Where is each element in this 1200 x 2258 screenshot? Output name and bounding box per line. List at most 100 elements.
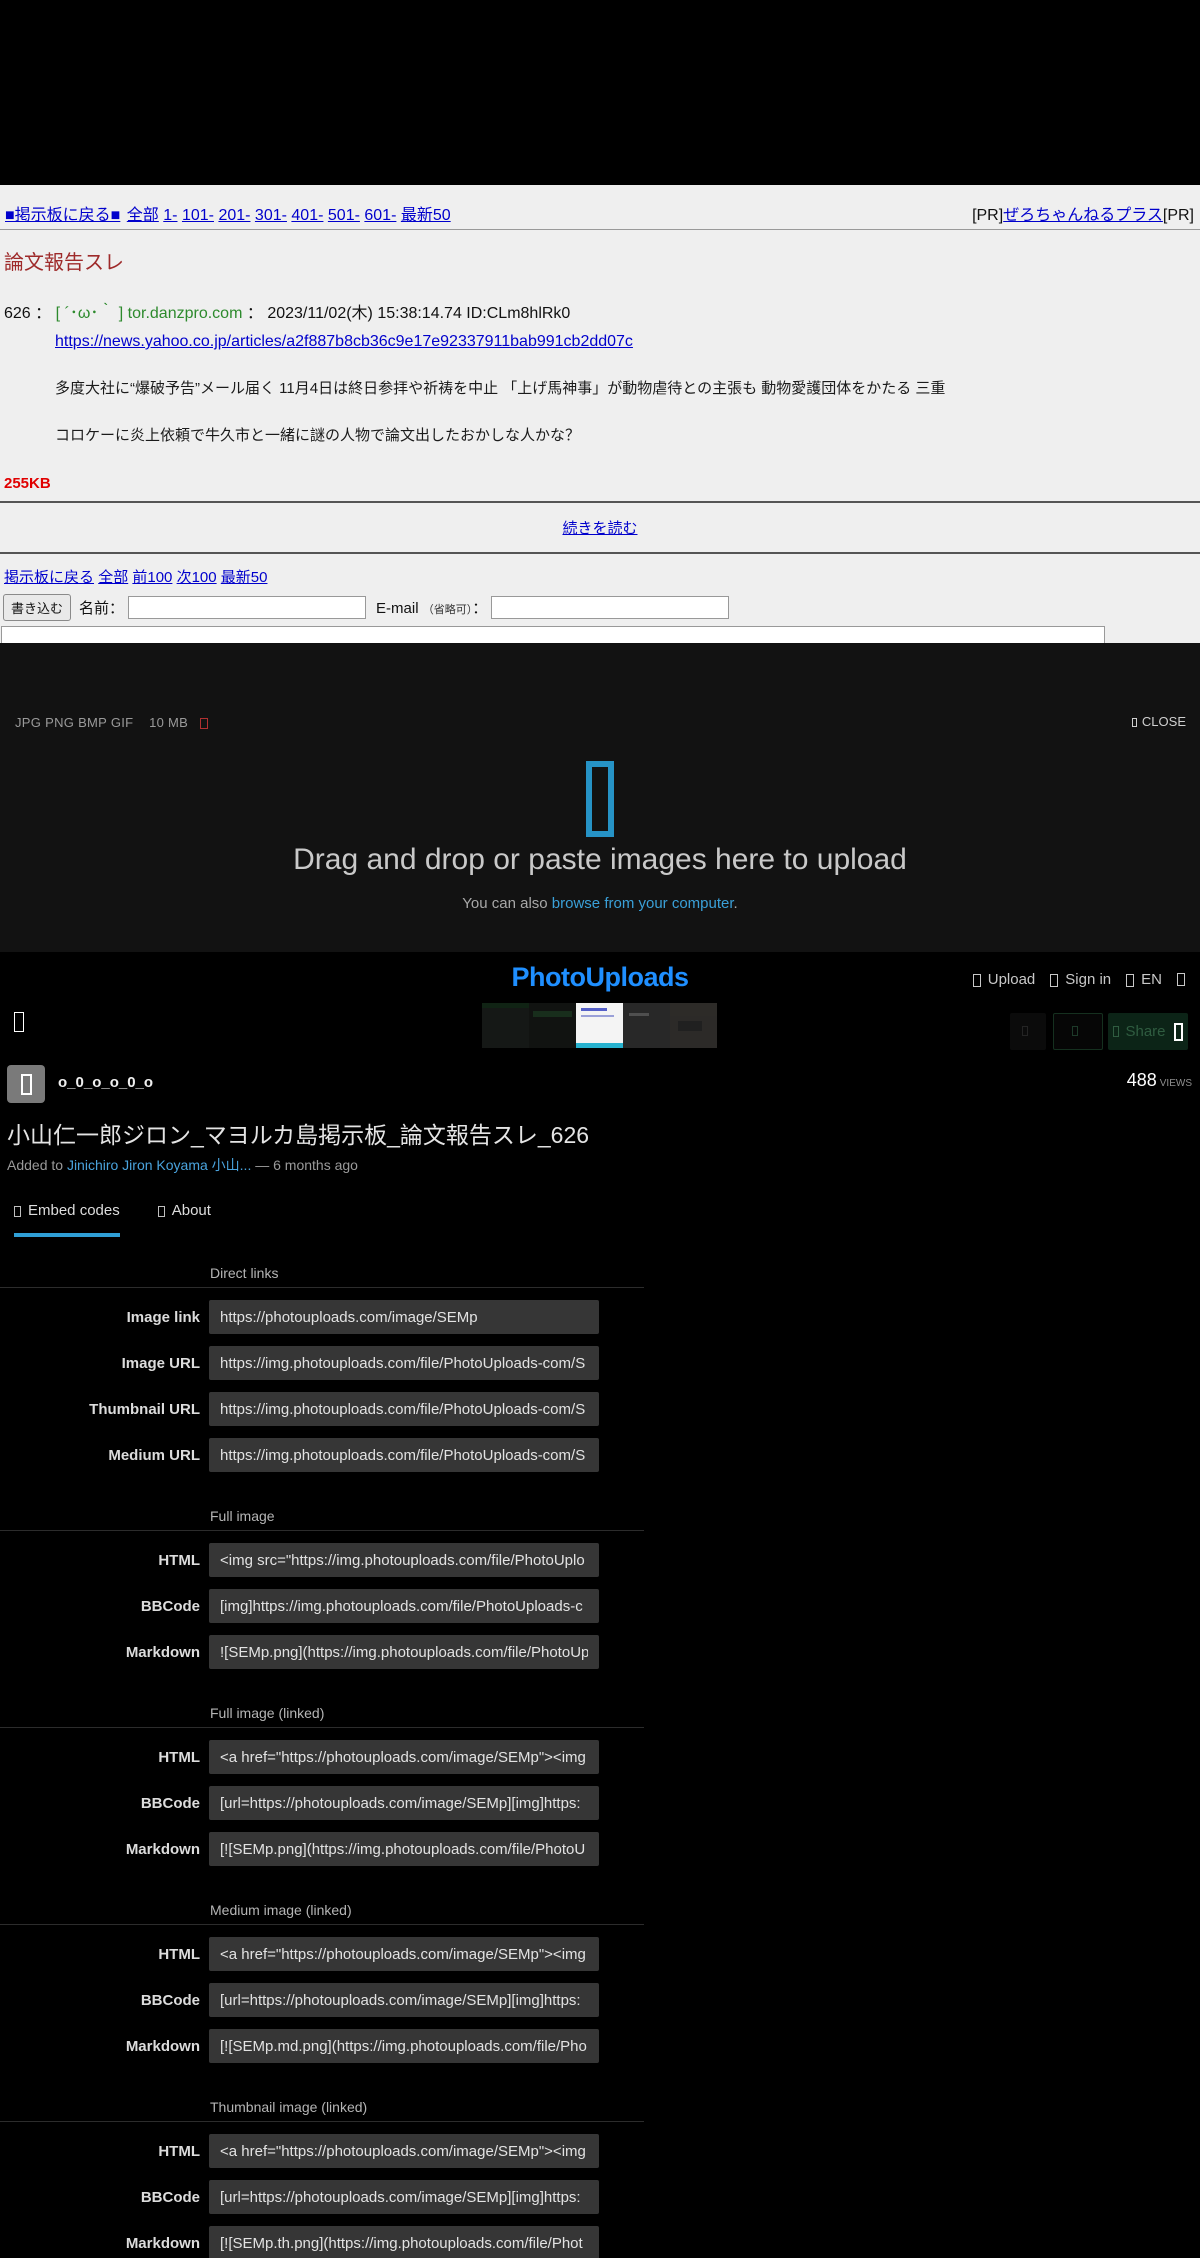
divider <box>0 1287 644 1288</box>
top-black-band <box>0 0 1200 185</box>
medium-markdown-input[interactable] <box>209 2029 599 2063</box>
full-bbcode-input[interactable] <box>209 1589 599 1623</box>
image-url-input[interactable] <box>209 1346 599 1380</box>
thumbnail[interactable] <box>623 1003 670 1048</box>
poster-name: [ ´･ω･｀ ] tor.danzpro.com <box>55 305 243 322</box>
read-more-link[interactable]: 続きを読む <box>562 520 637 537</box>
thumbnail-active[interactable] <box>576 1003 623 1048</box>
thumbnail[interactable] <box>670 1003 717 1048</box>
embed-label: Medium URL <box>108 1446 200 1464</box>
image-link-input[interactable] <box>209 1300 599 1334</box>
pr-link[interactable]: ぜろちゃんねるプラス <box>1003 207 1163 224</box>
embed-label: Markdown <box>125 1840 200 1858</box>
medium-url-input[interactable] <box>209 1438 599 1472</box>
board-nav-links: ■掲示板に戻る■ 全部 1- 101- 201- 301- 401- 501- … <box>5 201 451 225</box>
read-more-row: 続きを読む <box>0 517 1200 538</box>
album-link[interactable]: Jinichiro Jiron Koyama 小山... <box>67 1157 251 1173</box>
embed-label: BBCode <box>140 2188 200 2206</box>
action-icon <box>1071 1025 1078 1036</box>
like-button[interactable] <box>1010 1013 1046 1050</box>
nav-link-201[interactable]: 201- <box>218 207 250 224</box>
views-count: 488 <box>1126 1070 1157 1090</box>
close-button[interactable]: CLOSE <box>1131 714 1186 729</box>
embed-label: BBCode <box>140 1597 200 1615</box>
nav-link-all[interactable]: 全部 <box>127 207 159 224</box>
divider <box>0 1727 644 1728</box>
yahoo-article-link[interactable]: https://news.yahoo.co.jp/articles/a2f887… <box>55 333 633 350</box>
embed-label: BBCode <box>140 1794 200 1812</box>
nav-link-601[interactable]: 601- <box>364 207 396 224</box>
embed-row: Medium URL <box>0 1438 644 1472</box>
thumbnail[interactable] <box>482 1003 529 1048</box>
linked-html-input[interactable] <box>209 1740 599 1774</box>
tab-about[interactable]: About <box>157 1202 211 1237</box>
post-separator2: ： <box>246 305 263 322</box>
upload-image-icon <box>586 761 614 837</box>
embed-label: BBCode <box>140 1991 200 2009</box>
post-number: 626 <box>4 305 31 322</box>
thumb-html-input[interactable] <box>209 2134 599 2168</box>
bulletin-board-section: ■掲示板に戻る■ 全部 1- 101- 201- 301- 401- 501- … <box>0 185 1200 679</box>
browse-row: You can also browse from your computer. <box>0 895 1200 912</box>
embed-row: Image link <box>0 1300 644 1334</box>
section-full-image: Full image HTML BBCode Markdown <box>0 1508 644 1669</box>
post-body-line1: 多度大社に“爆破予告”メール届く 11月4日は終日参拝や祈祷を中止 「上げ馬神事… <box>55 380 946 397</box>
embed-row: BBCode <box>0 1786 644 1820</box>
thumbnail-url-input[interactable] <box>209 1392 599 1426</box>
avatar-icon <box>20 1073 32 1095</box>
nav-link-101[interactable]: 101- <box>182 207 214 224</box>
search-icon[interactable] <box>1177 973 1185 986</box>
bottom-prev100-link[interactable]: 前100 <box>132 569 172 586</box>
section-title: Full image (linked) <box>210 1705 325 1721</box>
nav-link-1[interactable]: 1- <box>163 207 177 224</box>
share-button[interactable]: Share <box>1108 1013 1188 1050</box>
signin-menu-item[interactable]: Sign in <box>1050 971 1111 988</box>
bottom-latest50-link[interactable]: 最新50 <box>221 569 268 586</box>
embed-label: Image link <box>126 1308 200 1326</box>
bottom-all-link[interactable]: 全部 <box>98 569 128 586</box>
thumb-bbcode-input[interactable] <box>209 2180 599 2214</box>
thumbnail[interactable] <box>529 1003 576 1048</box>
embed-row: BBCode <box>0 1589 644 1623</box>
scroll-left-icon[interactable] <box>14 1012 24 1032</box>
bottom-back-link[interactable]: 掲示板に戻る <box>4 569 94 586</box>
site-header-nav: Upload Sign in EN <box>972 971 1192 988</box>
back-to-board-link[interactable]: ■掲示板に戻る■ <box>5 207 120 224</box>
browse-link[interactable]: browse from your computer <box>552 895 734 912</box>
pr-label-left: [PR] <box>972 207 1004 224</box>
thumb-markdown-input[interactable] <box>209 2226 599 2258</box>
embed-icon <box>14 1205 21 1217</box>
tab-bar: Embed codes About <box>14 1202 211 1237</box>
language-menu-item[interactable]: EN <box>1126 971 1162 988</box>
avatar[interactable] <box>7 1065 45 1103</box>
bottom-next100-link[interactable]: 次100 <box>177 569 217 586</box>
allowed-formats: JPG PNG BMP GIF <box>15 715 134 730</box>
username[interactable]: o_0_o_o_0_o <box>58 1074 153 1091</box>
post-header: 626 ： [ ´･ω･｀ ] tor.danzpro.com ： 2023/1… <box>4 299 1200 323</box>
linked-markdown-input[interactable] <box>209 1832 599 1866</box>
divider <box>0 2121 644 2122</box>
nav-link-latest50[interactable]: 最新50 <box>401 207 451 224</box>
action-button[interactable] <box>1053 1013 1103 1050</box>
embed-label: Markdown <box>125 2234 200 2252</box>
full-markdown-input[interactable] <box>209 1635 599 1669</box>
pr-label-right: [PR] <box>1162 207 1194 224</box>
submit-post-button[interactable]: 書き込む <box>3 594 72 621</box>
medium-html-input[interactable] <box>209 1937 599 1971</box>
email-input[interactable] <box>491 596 730 619</box>
embed-row: HTML <box>0 1740 644 1774</box>
nav-link-301[interactable]: 301- <box>255 207 287 224</box>
medium-bbcode-input[interactable] <box>209 1983 599 2017</box>
linked-bbcode-input[interactable] <box>209 1786 599 1820</box>
post-body-line2: コロケーに炎上依頼で牛久市と一緒に謎の人物で論文出したおかしな人かな？ <box>55 427 581 444</box>
nav-link-501[interactable]: 501- <box>328 207 360 224</box>
tab-embed-codes[interactable]: Embed codes <box>14 1202 120 1237</box>
full-html-input[interactable] <box>209 1543 599 1577</box>
divider <box>0 1924 644 1925</box>
post-datetime: 2023/11/02(木) 15:38:14.74 ID:CLm8hlRk0 <box>267 305 571 322</box>
upload-menu-item[interactable]: Upload <box>972 971 1035 988</box>
email-label: E-mail （省略可）： <box>376 600 488 617</box>
name-input[interactable] <box>128 596 367 619</box>
nav-link-401[interactable]: 401- <box>291 207 323 224</box>
board-top-nav: ■掲示板に戻る■ 全部 1- 101- 201- 301- 401- 501- … <box>0 185 1200 230</box>
